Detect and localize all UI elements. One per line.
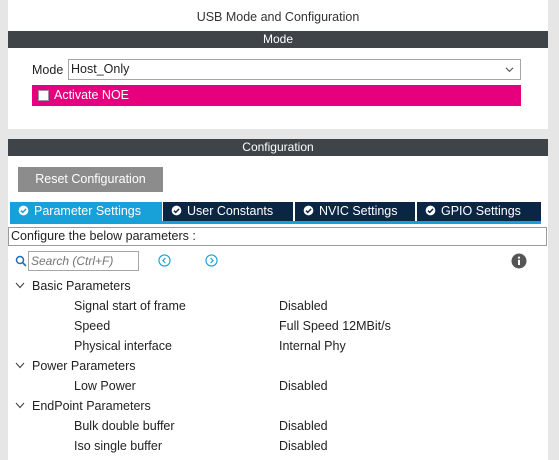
param-value: Disabled bbox=[279, 299, 328, 313]
param-name: Speed bbox=[74, 319, 111, 333]
tab-label: User Constants bbox=[187, 204, 274, 218]
parameters-instruction: Configure the below parameters : bbox=[8, 227, 547, 246]
chevron-down-icon bbox=[15, 362, 25, 369]
param-name: Low Power bbox=[74, 379, 136, 393]
group-endpoint-parameters[interactable]: EndPoint Parameters bbox=[8, 396, 548, 416]
param-value: Internal Phy bbox=[279, 339, 346, 353]
tab-gpio-settings[interactable]: GPIO Settings bbox=[417, 202, 541, 221]
next-result-icon[interactable] bbox=[205, 254, 218, 267]
configuration-section-header: Configuration bbox=[8, 139, 548, 156]
search-input[interactable] bbox=[28, 251, 139, 271]
mode-select[interactable]: Host_Only bbox=[68, 59, 521, 80]
param-row[interactable]: Bulk double buffer Disabled bbox=[8, 416, 548, 436]
param-row[interactable]: Iso single buffer Disabled bbox=[8, 436, 548, 456]
param-row[interactable]: Physical interface Internal Phy bbox=[8, 336, 548, 356]
chevron-down-icon bbox=[505, 67, 514, 73]
param-row[interactable]: Low Power Disabled bbox=[8, 376, 548, 396]
info-icon[interactable] bbox=[511, 253, 527, 269]
activate-noe-row[interactable]: Activate NOE bbox=[32, 85, 521, 106]
config-tabs: Parameter Settings User Constants NVIC S… bbox=[8, 202, 548, 221]
param-value: Disabled bbox=[279, 439, 328, 453]
param-value: Full Speed 12MBit/s bbox=[279, 319, 391, 333]
tab-user-constants[interactable]: User Constants bbox=[163, 202, 293, 221]
check-circle-icon bbox=[425, 205, 436, 216]
reset-configuration-button[interactable]: Reset Configuration bbox=[18, 167, 163, 192]
group-label: EndPoint Parameters bbox=[32, 399, 151, 413]
parameter-tree: Basic Parameters Signal start of frame D… bbox=[8, 276, 548, 456]
param-name: Bulk double buffer bbox=[74, 419, 175, 433]
param-row[interactable]: Speed Full Speed 12MBit/s bbox=[8, 316, 548, 336]
param-name: Iso single buffer bbox=[74, 439, 163, 453]
mode-section-header: Mode bbox=[8, 31, 548, 48]
group-label: Power Parameters bbox=[32, 359, 136, 373]
group-power-parameters[interactable]: Power Parameters bbox=[8, 356, 548, 376]
tab-label: Parameter Settings bbox=[34, 204, 141, 218]
check-circle-icon bbox=[171, 205, 182, 216]
mode-select-value: Host_Only bbox=[71, 62, 130, 76]
group-label: Basic Parameters bbox=[32, 279, 131, 293]
activate-noe-checkbox[interactable] bbox=[38, 90, 49, 101]
tab-parameter-settings[interactable]: Parameter Settings bbox=[10, 202, 162, 221]
tab-label: GPIO Settings bbox=[441, 204, 521, 218]
tab-label: NVIC Settings bbox=[319, 204, 398, 218]
chevron-down-icon bbox=[15, 402, 25, 409]
active-tab-underline bbox=[10, 221, 541, 224]
search-icon bbox=[15, 255, 27, 267]
check-circle-icon bbox=[303, 205, 314, 216]
previous-result-icon[interactable] bbox=[158, 254, 171, 267]
param-value: Disabled bbox=[279, 379, 328, 393]
activate-noe-label: Activate NOE bbox=[54, 88, 130, 102]
check-circle-icon bbox=[18, 205, 29, 216]
group-basic-parameters[interactable]: Basic Parameters bbox=[8, 276, 548, 296]
param-value: Disabled bbox=[279, 419, 328, 433]
tab-nvic-settings[interactable]: NVIC Settings bbox=[295, 202, 415, 221]
usb-config-panel: USB Mode and Configuration Mode Mode Hos… bbox=[8, 0, 548, 460]
param-name: Physical interface bbox=[74, 339, 172, 353]
mode-label: Mode bbox=[32, 63, 64, 77]
window-title: USB Mode and Configuration bbox=[196, 10, 360, 24]
param-name: Signal start of frame bbox=[74, 299, 186, 313]
section-divider bbox=[8, 129, 548, 139]
chevron-down-icon bbox=[15, 282, 25, 289]
param-row[interactable]: Signal start of frame Disabled bbox=[8, 296, 548, 316]
